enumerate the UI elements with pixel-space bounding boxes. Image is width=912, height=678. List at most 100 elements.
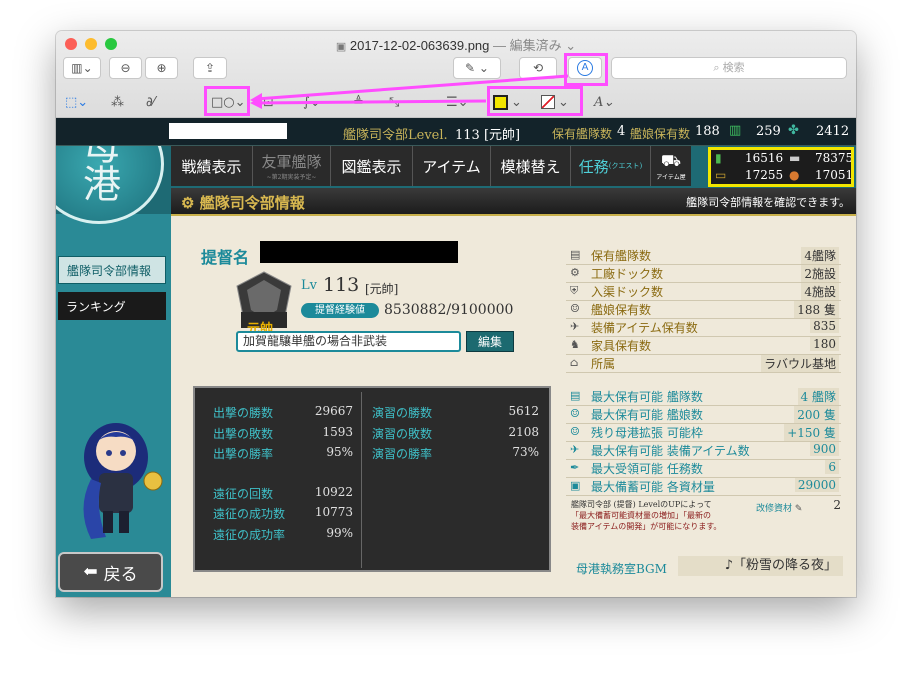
game-top-bar: 艦隊司令部Level. 113 [元帥] 保有艦隊数 4 艦娘保有数 188 ▥…: [56, 118, 856, 146]
side-tab-ranking[interactable]: ランキング: [58, 292, 166, 320]
sortie-wins-label: 出撃の勝数: [213, 406, 274, 420]
game-tab-bar: 戦績表示 友軍艦隊 ~第2期実装予定~ 図鑑表示 アイテム 模様替え 任務 (クエス…: [171, 146, 691, 186]
girl-icon: ☺: [570, 302, 580, 315]
expedition-rate-value: 99%: [326, 526, 353, 540]
section-header: ⚙ 艦隊司令部情報 艦隊司令部情報を確認できます。: [171, 188, 856, 216]
exercise-losses-label: 演習の敗数: [372, 427, 433, 441]
rect-selection-tool[interactable]: ⬚⌄: [65, 91, 88, 113]
limit-row-equipment: ✈ 最大保有可能 装備アイテム数 900: [566, 441, 841, 460]
limit-row-expansion: ☺ 残り母港拡張 可能枠 +150 隻: [566, 423, 841, 442]
instant-alpha-tool[interactable]: ⁂: [111, 91, 124, 113]
window-title: ▣ 2017-12-02-063639.png — 編集済み ⌄: [335, 38, 577, 53]
exercise-wins-label: 演習の勝数: [372, 406, 433, 420]
info-row-affiliation: ⌂ 所属 ラバウル基地: [566, 354, 841, 373]
text-style-tool[interactable]: A⌄: [594, 91, 614, 113]
exercise-rate-value: 73%: [512, 445, 539, 459]
lv-value: 113: [323, 274, 360, 296]
gear-icon: ⚙: [181, 194, 195, 212]
highlight-button[interactable]: ✎ ⌄: [453, 57, 501, 79]
equipment-icon: ✈: [570, 443, 580, 456]
rank-text: [元帥]: [365, 282, 399, 296]
improvement-material-label: 改修資材 ✎: [756, 504, 803, 514]
zoom-out-button[interactable]: ⊖: [109, 57, 142, 79]
annotation-box-markup: [564, 53, 608, 86]
annotation-box-shapes: [204, 86, 250, 116]
info-row-equipment: ✈ 装備アイテム保有数 835: [566, 318, 841, 337]
sketch-tool[interactable]: ∂⁄: [146, 91, 155, 113]
info-row-docks: ⛨ 入渠ドック数 4施設: [566, 282, 841, 301]
exercise-rate-label: 演習の勝率: [372, 447, 433, 461]
tab-decorate[interactable]: 模様替え: [491, 146, 571, 186]
battle-stats-panel: 出撃の勝数 29667 出撃の敗数 1593 出撃の勝率 95% 演習の勝数 5…: [193, 386, 551, 572]
exercise-losses-value: 2108: [508, 425, 539, 439]
edit-button[interactable]: 編集: [466, 331, 514, 352]
expedition-rate-label: 遠征の成功率: [213, 528, 286, 542]
limit-row-resources: ▣ 最大備蓄可能 各資材量 29000: [566, 477, 841, 496]
level-note: 艦隊司令部 (提督) LevelのUPによって 「最大備蓄可能資材量の増加」「最…: [571, 500, 722, 531]
gear-icon: ⚙: [570, 266, 580, 279]
info-row-shipgirls: ☺ 艦娘保有数 188 隻: [566, 300, 841, 319]
comment-field[interactable]: 加賀龍驤単艦の場合非武装: [236, 331, 461, 352]
tab-quests[interactable]: 任務 (クエスト): [571, 146, 651, 186]
tab-items[interactable]: アイテム: [413, 146, 491, 186]
expedition-success-value: 10773: [314, 505, 353, 519]
bgm-selector[interactable]: ♪「粉雪の降る夜」: [678, 556, 843, 576]
bgm-label: 母港執務室BGM: [576, 562, 667, 576]
search-input[interactable]: ⌕ 検索: [611, 57, 847, 79]
stats-divider: [361, 392, 362, 568]
back-arrow-icon: ⬅: [83, 562, 98, 582]
sidebar-toggle-button[interactable]: ▥⌄: [63, 57, 101, 79]
shape-style-tool[interactable]: ☰⌄: [446, 91, 469, 113]
devmat-icon: ✤: [788, 123, 799, 138]
tab-encyclopedia[interactable]: 図鑑表示: [331, 146, 413, 186]
text-box-icon: ⊡: [263, 94, 274, 110]
highlighter-icon: ✎ ⌄: [465, 61, 489, 75]
tab-friend-fleet[interactable]: 友軍艦隊 ~第2期実装予定~: [253, 146, 331, 186]
file-icon: ▣: [335, 41, 347, 53]
text-tool[interactable]: ⊡: [263, 91, 274, 113]
base-icon: ⌂: [570, 356, 579, 369]
search-icon: ⌕: [713, 62, 723, 74]
bucket-icon: ▥: [729, 123, 742, 138]
info-row-furniture: ♞ 家具保有数 180: [566, 336, 841, 355]
command-level-value: 113 [元帥]: [455, 128, 521, 143]
side-tab-info[interactable]: 艦隊司令部情報: [58, 256, 166, 284]
redacted-name-bar: [169, 123, 287, 139]
ships-label: 保有艦隊数: [552, 127, 613, 141]
share-button[interactable]: ⇪: [193, 57, 227, 79]
character-illustration: [83, 423, 163, 539]
signature-icon: ∫⌄: [303, 94, 321, 110]
dock-icon: ⛨: [570, 284, 579, 297]
fleet-icon: ▤: [570, 248, 581, 261]
wrench-icon: ✎: [794, 504, 803, 514]
share-icon: ⇪: [204, 61, 216, 75]
zoom-in-button[interactable]: ⊕: [145, 57, 178, 79]
preview-window: ▣ 2017-12-02-063639.png — 編集済み ⌄ ▥⌄ ⊖ ⊕ …: [56, 31, 856, 597]
back-button[interactable]: ⬅ 戻る: [58, 552, 163, 592]
adjust-color-icon: ≜: [353, 94, 364, 110]
girls-value: 188: [695, 124, 720, 139]
girl-icon: ☺: [570, 407, 580, 420]
section-hint: 艦隊司令部情報を確認できます。: [686, 196, 850, 209]
sign-tool[interactable]: ∫⌄: [303, 91, 321, 113]
title-bar: ▣ 2017-12-02-063639.png — 編集済み ⌄ ▥⌄ ⊖ ⊕ …: [56, 31, 856, 118]
game-screen: 艦隊司令部情報 ランキング ⬅ 戻る 母港 艦隊司令部Level. 113 [元…: [56, 118, 856, 597]
rotate-icon: ⟲: [532, 61, 544, 75]
zoom-out-icon: ⊖: [120, 61, 131, 75]
furniture-icon: ♞: [570, 338, 580, 351]
exp-label: 提督経験値: [301, 303, 379, 318]
admiral-name-label: 提督名: [201, 248, 250, 267]
expedition-success-label: 遠征の成功数: [213, 507, 286, 521]
rotate-button[interactable]: ⟲: [519, 57, 557, 79]
adjust-color-tool[interactable]: ≜: [353, 91, 364, 113]
adjust-size-tool[interactable]: ⤡: [389, 91, 399, 113]
tab-item-shop[interactable]: ⛟ アイテム屋: [651, 146, 691, 186]
lv-label: Lv: [301, 278, 317, 293]
improvement-material-value: 2: [833, 498, 841, 512]
tab-record[interactable]: 戦績表示: [171, 146, 253, 186]
limit-row-quests: ✒ 最大受領可能 任務数 6: [566, 459, 841, 478]
equipment-icon: ✈: [570, 320, 580, 333]
fleet-icon: ▤: [570, 389, 581, 402]
girl-icon: ☺: [570, 425, 580, 438]
sortie-rate-label: 出撃の勝率: [213, 447, 274, 461]
